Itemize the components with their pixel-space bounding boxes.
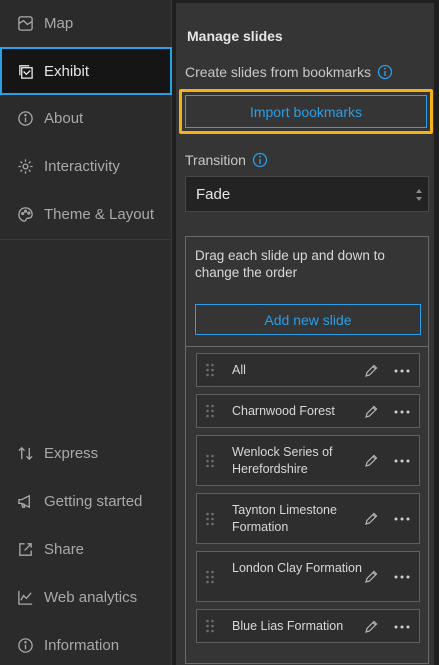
nav-item-label: Web analytics	[44, 588, 138, 606]
drag-handle-icon[interactable]	[205, 511, 215, 527]
nav-item-label: Map	[44, 14, 74, 32]
drag-handle-icon[interactable]	[205, 403, 215, 419]
transition-select-value: Fade	[196, 185, 231, 203]
slide-item[interactable]: Blue Lias Formation	[196, 609, 420, 643]
slide-name: London Clay Formation	[232, 561, 362, 575]
exhibit-icon	[16, 62, 34, 80]
slide-item[interactable]: London Clay Formation	[196, 551, 420, 602]
select-arrows-icon	[416, 189, 422, 201]
nav-divider	[0, 239, 172, 240]
info-icon	[16, 109, 34, 127]
analytics-icon	[16, 588, 34, 606]
nav-item-label: Interactivity	[44, 157, 120, 175]
slide-name: Taynton Limestone Formation	[232, 503, 337, 534]
add-new-slide-button[interactable]: Add new slide	[195, 304, 421, 335]
nav-item-interactivity[interactable]: Interactivity	[0, 143, 172, 189]
transition-select[interactable]: Fade	[185, 176, 429, 212]
drag-hint-text: Drag each slide up and down to change th…	[195, 248, 385, 280]
slide-name: Blue Lias Formation	[232, 619, 344, 633]
slide-name: Wenlock Series of Herefordshire	[232, 445, 333, 476]
slides-list-container: Drag each slide up and down to change th…	[185, 236, 429, 664]
nav-item-theme-layout[interactable]: Theme & Layout	[0, 191, 172, 237]
nav-item-label: Exhibit	[44, 62, 90, 80]
slide-name: All	[232, 363, 246, 377]
nav-item-label: About	[44, 109, 84, 127]
slide-item[interactable]: Wenlock Series of Herefordshire	[196, 435, 420, 486]
slide-item[interactable]: Taynton Limestone Formation	[196, 493, 420, 544]
transition-label: Transition	[185, 152, 246, 168]
info-icon[interactable]	[252, 152, 268, 168]
megaphone-icon	[16, 492, 34, 510]
list-divider	[186, 346, 428, 347]
left-navigation: Map Exhibit About Interactivity Theme &	[0, 0, 172, 665]
nav-item-share[interactable]: Share	[0, 526, 172, 572]
gear-icon	[16, 157, 34, 175]
slide-item[interactable]: All	[196, 353, 420, 387]
info-icon[interactable]	[377, 64, 393, 80]
more-options-icon[interactable]	[393, 409, 411, 415]
palette-icon	[16, 205, 34, 223]
create-slides-label: Create slides from bookmarks	[185, 64, 371, 80]
nav-item-label: Information	[44, 636, 120, 654]
drag-handle-icon[interactable]	[205, 453, 215, 469]
nav-item-label: Getting started	[44, 492, 143, 510]
nav-item-information[interactable]: Information	[0, 622, 172, 665]
information-icon	[16, 636, 34, 654]
more-options-icon[interactable]	[393, 368, 411, 374]
map-icon	[16, 14, 34, 32]
more-options-icon[interactable]	[393, 516, 411, 522]
slide-item[interactable]: Charnwood Forest	[196, 394, 420, 428]
slide-name: Charnwood Forest	[232, 404, 335, 418]
more-options-icon[interactable]	[393, 574, 411, 580]
panel-title: Manage slides	[187, 28, 283, 44]
more-options-icon[interactable]	[393, 458, 411, 464]
nav-item-label: Theme & Layout	[44, 205, 155, 223]
manage-slides-panel: Manage slides Create slides from bookmar…	[176, 3, 434, 665]
drag-handle-icon[interactable]	[205, 618, 215, 634]
more-options-icon[interactable]	[393, 624, 411, 630]
edit-pencil-icon[interactable]	[363, 619, 379, 635]
nav-item-exhibit[interactable]: Exhibit	[0, 47, 172, 95]
transition-label-row: Transition	[185, 152, 268, 168]
edit-pencil-icon[interactable]	[363, 453, 379, 469]
import-bookmarks-highlight: Import bookmarks	[179, 89, 433, 134]
nav-item-web-analytics[interactable]: Web analytics	[0, 574, 172, 620]
nav-item-label: Share	[44, 540, 85, 558]
edit-pencil-icon[interactable]	[363, 363, 379, 379]
edit-pencil-icon[interactable]	[363, 569, 379, 585]
edit-pencil-icon[interactable]	[363, 404, 379, 420]
create-slides-label-row: Create slides from bookmarks	[185, 64, 393, 80]
nav-item-express[interactable]: Express	[0, 430, 172, 476]
nav-item-getting-started[interactable]: Getting started	[0, 478, 172, 524]
app-root: Map Exhibit About Interactivity Theme &	[0, 0, 439, 665]
edit-pencil-icon[interactable]	[363, 511, 379, 527]
share-icon	[16, 540, 34, 558]
drag-handle-icon[interactable]	[205, 362, 215, 378]
drag-handle-icon[interactable]	[205, 569, 215, 585]
nav-item-label: Express	[44, 444, 99, 462]
nav-item-about[interactable]: About	[0, 95, 172, 141]
import-bookmarks-button[interactable]: Import bookmarks	[185, 95, 427, 128]
express-icon	[16, 444, 34, 462]
nav-item-map[interactable]: Map	[0, 0, 172, 46]
